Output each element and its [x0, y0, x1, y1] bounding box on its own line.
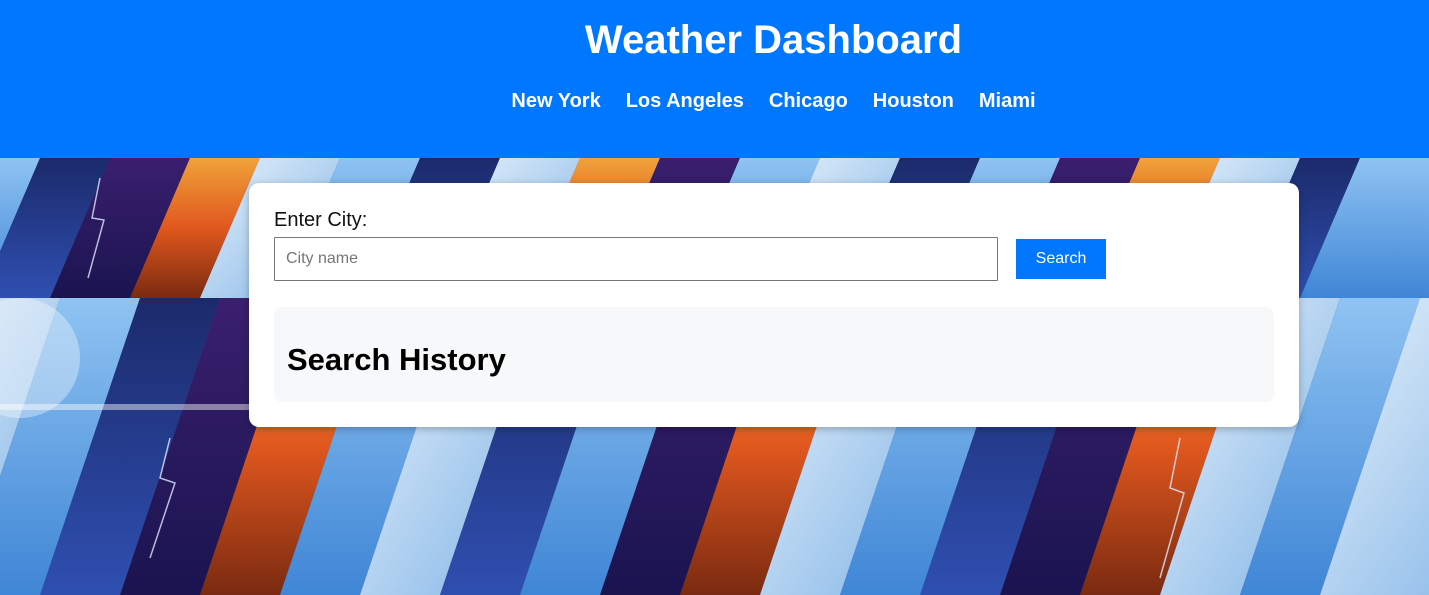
nav-link-miami[interactable]: Miami	[979, 88, 1036, 114]
search-button[interactable]: Search	[1016, 239, 1106, 279]
search-history-panel: Search History	[274, 307, 1274, 402]
city-nav: New York Los Angeles Chicago Houston Mia…	[0, 88, 1429, 114]
nav-link-los-angeles[interactable]: Los Angeles	[626, 88, 744, 114]
nav-link-new-york[interactable]: New York	[511, 88, 600, 114]
page-title: Weather Dashboard	[584, 18, 963, 62]
nav-link-houston[interactable]: Houston	[873, 88, 954, 114]
search-history-title: Search History	[287, 342, 506, 377]
site-header: Weather Dashboard New York Los Angeles C…	[0, 0, 1429, 158]
search-card: Enter City: Search Search History	[249, 183, 1299, 427]
city-search-input[interactable]	[274, 237, 998, 281]
nav-link-chicago[interactable]: Chicago	[769, 88, 848, 114]
city-input-label: Enter City:	[274, 209, 368, 231]
